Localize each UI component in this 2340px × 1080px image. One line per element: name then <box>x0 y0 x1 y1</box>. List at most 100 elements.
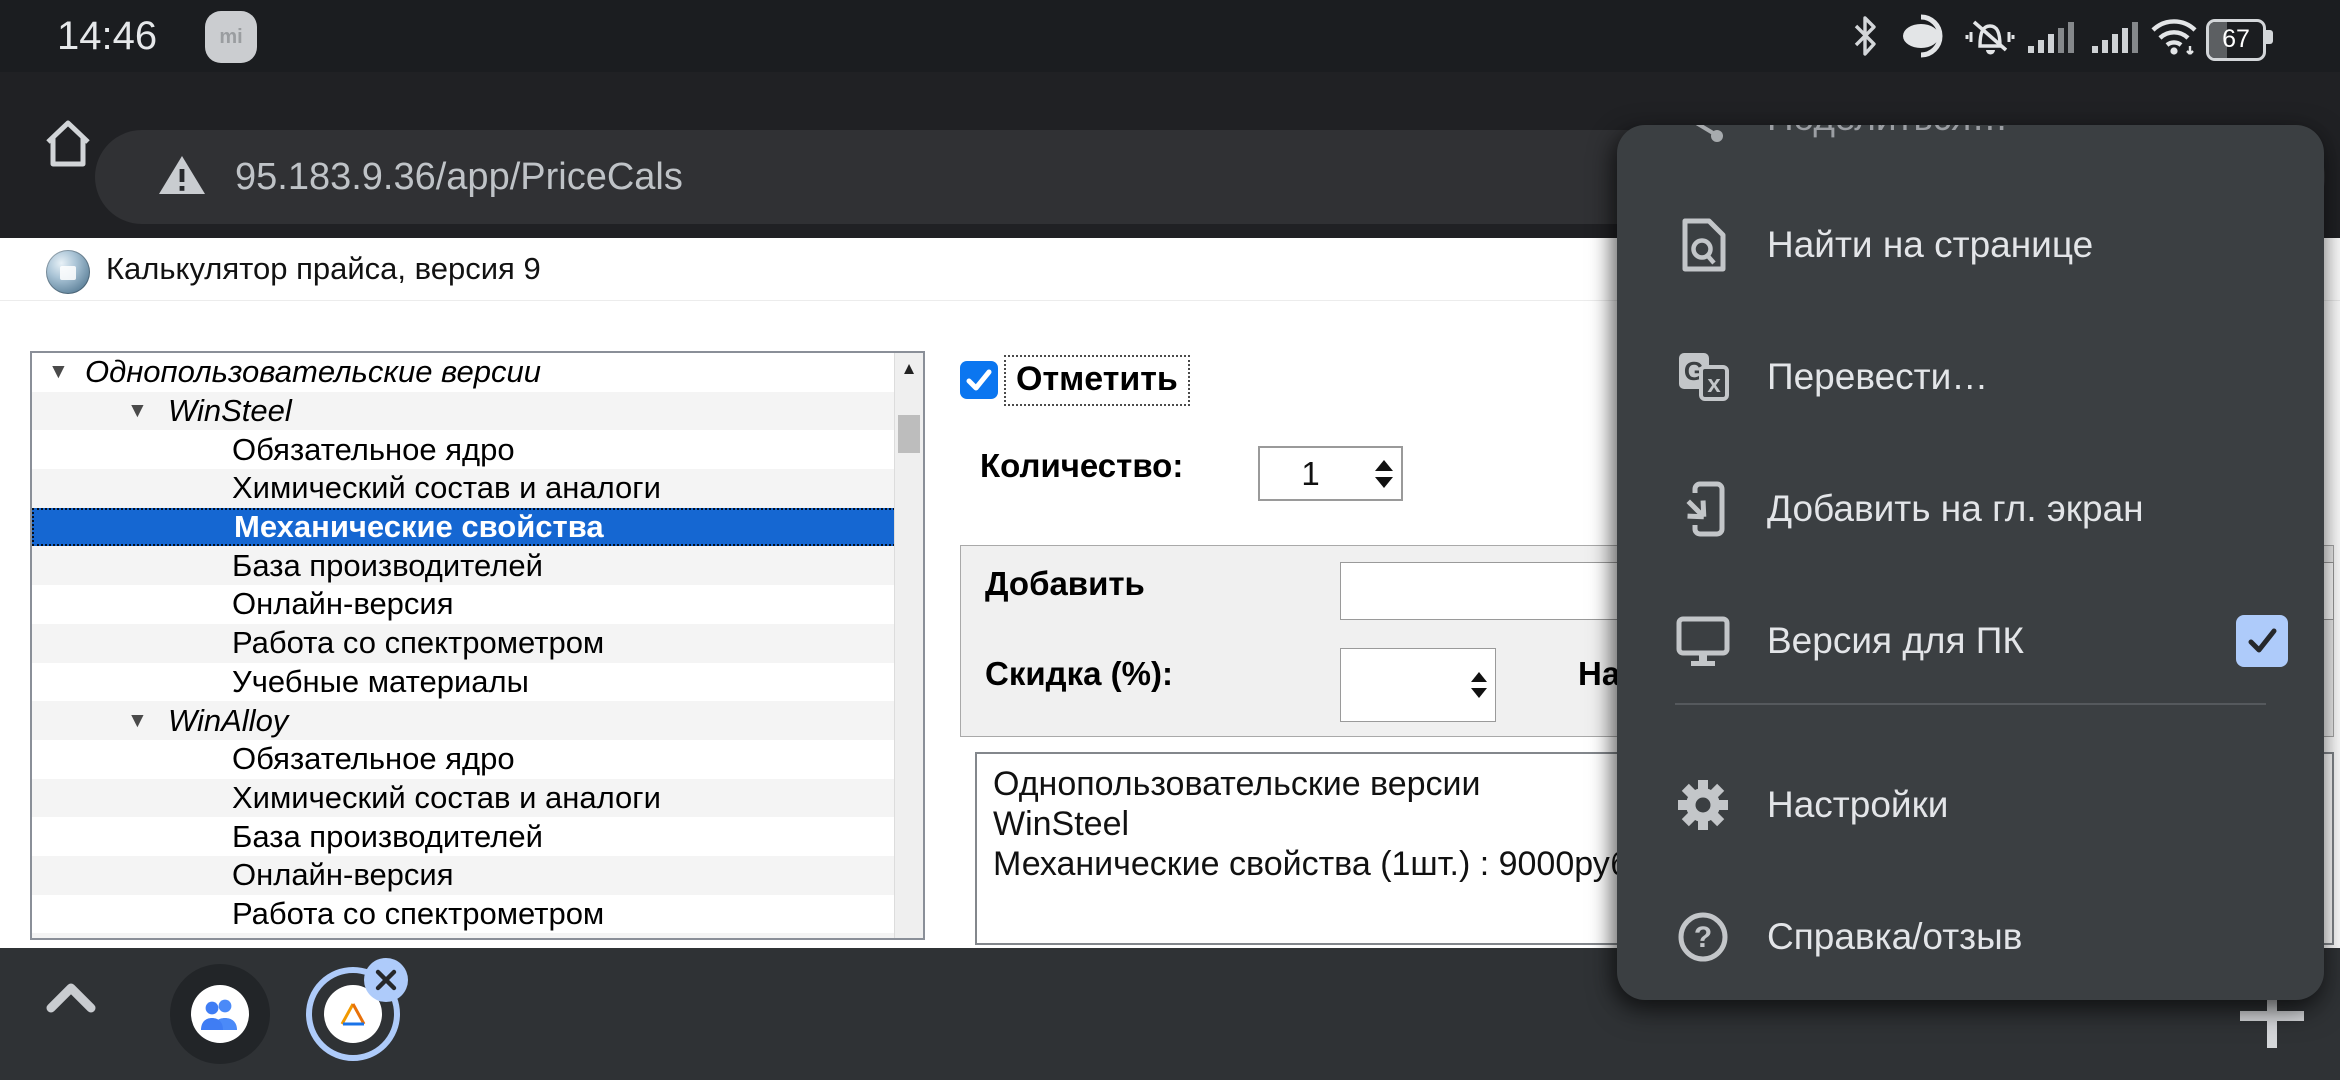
quantity-label: Количество: <box>980 447 1183 485</box>
stepper-down-icon[interactable] <box>1471 688 1487 698</box>
menu-item[interactable]: Поделиться… <box>1617 125 2324 178</box>
chevron-up-icon[interactable] <box>45 980 97 1021</box>
add-label: Добавить <box>985 565 1145 603</box>
collapse-arrow-icon[interactable]: ▼ <box>48 360 69 384</box>
menu-item[interactable]: Gx Перевести… <box>1617 317 2324 437</box>
find-in-page-icon <box>1675 217 1731 273</box>
tree-item-label: Онлайн-версия <box>232 857 454 893</box>
tab-group-button[interactable] <box>170 964 270 1064</box>
quantity-stepper[interactable]: 1 <box>1258 446 1403 501</box>
menu-item[interactable]: ? Справка/отзыв <box>1617 877 2324 997</box>
discount-stepper[interactable] <box>1340 648 1496 722</box>
menu-item-label: Версия для ПК <box>1767 620 2024 662</box>
tree-item-label: Учебные материалы <box>232 664 529 700</box>
stepper-down-icon[interactable] <box>1375 477 1393 488</box>
tree-item[interactable]: Работа со спектрометром <box>32 895 923 934</box>
tree-item-label: Химический состав и аналоги <box>232 780 661 816</box>
product-tree[interactable]: ▼Однопользовательские версии▼WinSteelОбя… <box>30 351 925 940</box>
people-icon <box>191 985 249 1043</box>
menu-item[interactable]: Версия для ПК <box>1617 581 2324 701</box>
bluetooth-icon <box>1850 14 1880 58</box>
tree-item-label: Химический состав и аналоги <box>232 470 661 506</box>
url-text[interactable]: 95.183.9.36/app/PriceCals <box>235 156 683 199</box>
desktop-icon <box>1675 613 1731 669</box>
tree-item[interactable]: Химический состав и аналоги <box>32 469 923 508</box>
tree-item[interactable]: База производителей <box>32 817 923 856</box>
data-saver-icon <box>1893 14 1955 58</box>
tree-item-label: Работа со спектрометром <box>232 625 604 661</box>
tree-item-label: Механические свойства <box>234 509 604 545</box>
tree-item-label: База производителей <box>232 548 543 584</box>
menu-item-label: Справка/отзыв <box>1767 916 2022 958</box>
tree-item-selected[interactable]: Механические свойства <box>32 508 923 547</box>
tree-item[interactable]: Онлайн-версия <box>32 585 923 624</box>
home-button[interactable] <box>40 116 96 177</box>
scrollbar-thumb[interactable] <box>898 415 920 453</box>
menu-item-label: Перевести… <box>1767 356 1988 398</box>
tree-item[interactable]: База производителей <box>32 546 923 585</box>
tree-item-label: Онлайн-версия <box>232 586 454 622</box>
settings-icon <box>1675 777 1731 833</box>
share-icon <box>1675 125 1731 146</box>
tree-item[interactable]: ▼ WinSteel <box>32 392 923 431</box>
close-icon[interactable] <box>364 958 408 1002</box>
discount-label: Скидка (%): <box>985 655 1173 693</box>
add-to-home-icon <box>1675 481 1731 537</box>
collapse-arrow-icon[interactable]: ▼ <box>127 709 148 733</box>
battery-percent: 67 <box>2209 22 2263 56</box>
menu-item[interactable]: Найти на странице <box>1617 185 2324 305</box>
menu-divider <box>1675 703 2266 705</box>
tree-item-label: Однопользовательские версии <box>85 354 541 390</box>
scroll-up-icon[interactable]: ▲ <box>895 359 923 379</box>
help-icon: ? <box>1675 909 1731 965</box>
tree-item[interactable]: ▼ WinAlloy <box>32 701 923 740</box>
not-secure-warning-icon[interactable] <box>157 152 207 203</box>
tree-item-label: База производителей <box>232 819 543 855</box>
menu-item-label: Найти на странице <box>1767 224 2093 266</box>
page-title: Калькулятор прайса, версия 9 <box>106 238 541 300</box>
tree-item-label: Обязательное ядро <box>232 741 515 777</box>
screen: Калькулятор прайса, версия 9 ▼ Однопользо… <box>0 0 2340 1080</box>
tree-item-label: WinAlloy <box>168 703 288 739</box>
menu-item-label: Добавить на гл. экран <box>1767 488 2144 530</box>
cell-signal-icon <box>2026 14 2078 58</box>
mark-checkbox[interactable] <box>960 361 998 399</box>
battery-icon: 67 <box>2206 19 2266 61</box>
clipped-label: На <box>1578 655 1620 693</box>
tree-item[interactable]: Работа со спектрометром <box>32 624 923 663</box>
browser-menu: Поделиться… Найти на странице Gx Перевести…… <box>1617 125 2324 1000</box>
tree-item[interactable]: ▼ Однопользовательские версии <box>32 353 923 392</box>
stepper-up-icon[interactable] <box>1375 460 1393 471</box>
tree-item-label: Сетевые версии <box>85 935 332 940</box>
discount-arrows[interactable] <box>1471 649 1487 721</box>
cell-signal-icon <box>2090 14 2142 58</box>
tree-item[interactable]: ▶Сетевые версии <box>32 933 923 940</box>
stepper-up-icon[interactable] <box>1471 672 1487 682</box>
tree-item[interactable]: Обязательное ядро <box>32 430 923 469</box>
svg-text:?: ? <box>1694 921 1712 954</box>
mark-label: Отметить <box>1016 360 1178 398</box>
tree-item-label: Работа со спектрометром <box>232 896 604 932</box>
collapse-arrow-icon[interactable]: ▼ <box>127 399 148 423</box>
menu-item[interactable]: Добавить на гл. экран <box>1617 449 2324 569</box>
menu-item-label: Настройки <box>1767 784 1948 826</box>
tree-item-label: Обязательное ядро <box>232 432 515 468</box>
desktop-site-checkbox[interactable] <box>2236 615 2288 667</box>
clock: 14:46 <box>57 0 157 72</box>
tree-item[interactable]: Обязательное ядро <box>32 740 923 779</box>
quantity-arrows[interactable] <box>1375 448 1393 499</box>
status-bar: 14:46 mi 67 <box>0 0 2340 72</box>
svg-text:x: x <box>1707 371 1721 398</box>
quantity-value: 1 <box>1260 448 1361 499</box>
tree-item[interactable]: Учебные материалы <box>32 663 923 702</box>
wifi-icon <box>2148 14 2202 58</box>
tree-scrollbar[interactable]: ▲ <box>894 353 923 938</box>
mute-vibrate-icon <box>1962 14 2018 58</box>
menu-item-label: Поделиться… <box>1767 125 2008 139</box>
tree-item[interactable]: Химический состав и аналоги <box>32 779 923 818</box>
translate-icon: Gx <box>1675 349 1731 405</box>
menu-item[interactable]: Настройки <box>1617 745 2324 865</box>
tree-item-label: WinSteel <box>168 393 292 429</box>
mi-recorder-icon: mi <box>205 11 257 63</box>
tree-item[interactable]: Онлайн-версия <box>32 856 923 895</box>
